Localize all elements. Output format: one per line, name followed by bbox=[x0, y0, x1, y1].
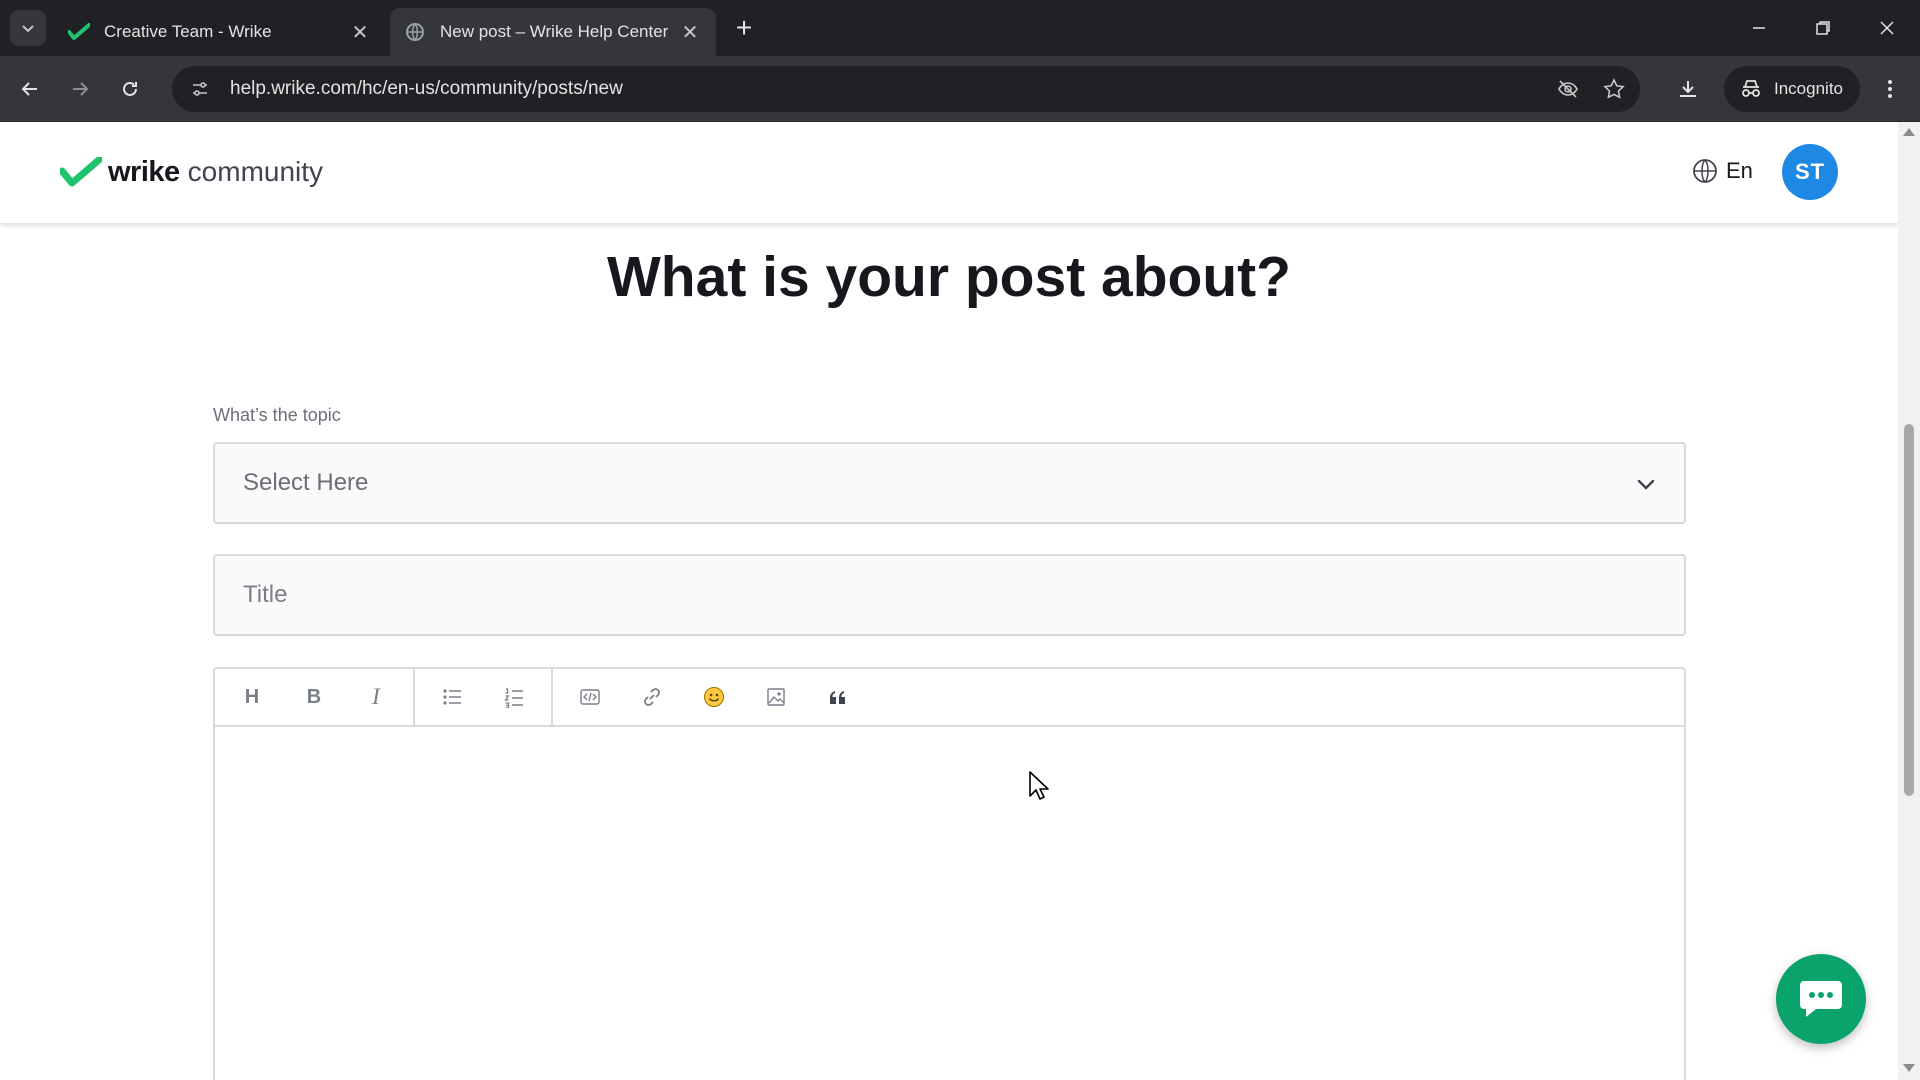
tab-title: New post – Wrike Help Center bbox=[440, 22, 669, 41]
site-settings-icon[interactable] bbox=[180, 66, 220, 112]
image-button[interactable] bbox=[745, 669, 807, 725]
topic-select[interactable]: Select Here bbox=[213, 442, 1686, 524]
title-input[interactable] bbox=[213, 554, 1686, 636]
image-icon bbox=[767, 688, 785, 706]
language-label: En bbox=[1726, 158, 1753, 183]
topic-select-value: Select Here bbox=[243, 469, 369, 496]
emoji-button[interactable] bbox=[683, 669, 745, 725]
italic-button[interactable]: I bbox=[345, 669, 407, 725]
link-icon bbox=[644, 688, 660, 706]
post-body-editor: H B I bbox=[213, 667, 1686, 1080]
globe-icon bbox=[1693, 159, 1717, 183]
numbered-list-button[interactable] bbox=[483, 669, 545, 725]
site-header: wrike community En ST bbox=[0, 122, 1898, 224]
user-avatar[interactable]: ST bbox=[1782, 144, 1838, 200]
language-selector[interactable]: En bbox=[1692, 158, 1753, 184]
chat-support-button[interactable] bbox=[1776, 954, 1866, 1044]
heading-button[interactable]: H bbox=[221, 669, 283, 725]
download-icon[interactable] bbox=[1670, 71, 1706, 107]
code-button[interactable] bbox=[559, 669, 621, 725]
address-bar[interactable]: help.wrike.com/hc/en-us/community/posts/… bbox=[172, 66, 1640, 112]
eye-off-icon[interactable] bbox=[1548, 69, 1588, 109]
forward-arrow-icon[interactable] bbox=[62, 71, 98, 107]
emoji-icon bbox=[704, 687, 724, 707]
window-close-icon[interactable] bbox=[1864, 8, 1910, 48]
back-arrow-icon[interactable] bbox=[12, 71, 48, 107]
incognito-icon bbox=[1738, 76, 1764, 102]
reload-icon[interactable] bbox=[112, 71, 148, 107]
brand-name: wrike bbox=[108, 155, 180, 188]
bulleted-list-icon bbox=[443, 689, 461, 705]
browser-tab-bar: Creative Team - Wrike ✕ New post – Wrike… bbox=[0, 0, 1920, 56]
tab-title: Creative Team - Wrike bbox=[104, 22, 272, 41]
topic-label: What’s the topic bbox=[213, 405, 341, 425]
restore-icon[interactable] bbox=[1800, 8, 1846, 48]
browser-menu-icon[interactable] bbox=[1872, 71, 1908, 107]
link-button[interactable] bbox=[621, 669, 683, 725]
bold-button[interactable]: B bbox=[283, 669, 345, 725]
chevron-down-icon bbox=[1637, 479, 1655, 490]
text-format-group: H B I bbox=[215, 669, 415, 725]
heading-icon: H bbox=[244, 685, 260, 708]
bulleted-list-button[interactable] bbox=[421, 669, 483, 725]
numbered-list-icon bbox=[504, 688, 523, 708]
close-icon[interactable]: ✕ bbox=[676, 18, 704, 46]
mouse-cursor-icon bbox=[1029, 771, 1049, 800]
bookmark-star-icon[interactable] bbox=[1594, 69, 1634, 109]
page-title: What is your post about? bbox=[607, 245, 1291, 309]
chat-bubble-icon bbox=[1800, 981, 1842, 1017]
code-icon bbox=[580, 689, 600, 705]
bold-icon: B bbox=[306, 685, 322, 708]
url-text: help.wrike.com/hc/en-us/community/posts/… bbox=[230, 78, 623, 99]
incognito-indicator[interactable]: Incognito bbox=[1724, 66, 1860, 112]
browser-tab-creative-team[interactable]: Creative Team - Wrike ✕ bbox=[56, 8, 386, 56]
quote-button[interactable] bbox=[807, 669, 869, 725]
insert-group bbox=[553, 669, 875, 725]
browser-toolbar: help.wrike.com/hc/en-us/community/posts/… bbox=[0, 56, 1920, 122]
scroll-up-icon[interactable] bbox=[1903, 128, 1915, 136]
minimize-icon[interactable] bbox=[1736, 8, 1782, 48]
wrike-logo-icon bbox=[60, 157, 102, 187]
page-scrollbar[interactable] bbox=[1898, 122, 1920, 1080]
scrollbar-thumb[interactable] bbox=[1904, 424, 1914, 796]
new-tab-button[interactable]: + bbox=[728, 12, 760, 44]
brand-subtitle: community bbox=[187, 156, 324, 187]
wrike-community-logo[interactable]: wrike community bbox=[60, 152, 323, 192]
globe-icon bbox=[404, 21, 426, 43]
browser-tab-new-post[interactable]: New post – Wrike Help Center ✕ bbox=[390, 8, 716, 56]
tab-search-button[interactable] bbox=[10, 10, 46, 46]
italic-icon: I bbox=[372, 684, 380, 709]
close-icon[interactable]: ✕ bbox=[346, 18, 374, 46]
editor-toolbar: H B I bbox=[215, 669, 1684, 727]
incognito-label: Incognito bbox=[1774, 79, 1843, 98]
page-viewport: wrike community En ST What is your post … bbox=[0, 122, 1920, 1080]
post-body-textarea[interactable] bbox=[215, 727, 1684, 1080]
wrike-check-icon bbox=[68, 21, 90, 43]
quote-icon bbox=[830, 691, 845, 704]
chevron-down-icon bbox=[22, 25, 34, 33]
list-group bbox=[415, 669, 553, 725]
scroll-down-icon[interactable] bbox=[1903, 1064, 1915, 1072]
